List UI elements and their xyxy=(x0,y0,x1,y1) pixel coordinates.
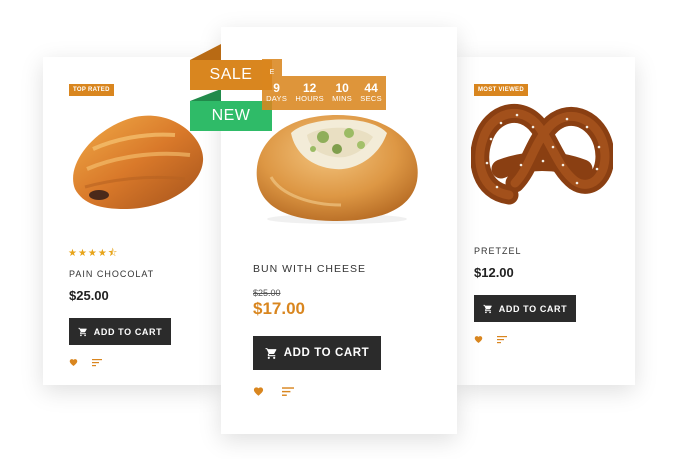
top-rated-badge: TOP RATED xyxy=(69,84,114,96)
cart-icon xyxy=(265,347,277,359)
product-actions xyxy=(69,358,102,367)
product-card-pretzel: MOST VIEWED PRETZEL $12.00 ADD TO CART xyxy=(457,57,635,385)
cart-icon xyxy=(78,327,87,336)
product-price: $25.00 xyxy=(69,288,109,303)
countdown-secs-label: SECS xyxy=(360,94,382,104)
countdown-days: 9 DAYS xyxy=(266,82,288,104)
sale-countdown: 9 DAYS 12 HOURS 10 MINS 44 SECS xyxy=(262,76,386,110)
product-actions xyxy=(253,386,294,397)
rating-stars: ★★★★⯪ xyxy=(68,248,119,259)
product-price: $12.00 xyxy=(474,265,514,280)
countdown-hours-label: HOURS xyxy=(295,94,324,104)
add-to-cart-label: ADD TO CART xyxy=(498,303,568,314)
old-price: $25.00 xyxy=(253,288,281,298)
product-name[interactable]: PRETZEL xyxy=(474,246,522,256)
countdown-mins-label: MINS xyxy=(332,94,353,104)
add-to-cart-label: ADD TO CART xyxy=(283,347,370,359)
heart-icon[interactable] xyxy=(69,358,78,367)
pretzel-image[interactable] xyxy=(471,99,613,211)
bun-with-cheese-image[interactable] xyxy=(251,107,423,225)
sale-ribbon: SALE xyxy=(190,60,272,90)
countdown-partial-label: E xyxy=(262,59,282,76)
countdown-secs: 44 SECS xyxy=(360,82,382,104)
new-ribbon-label: NEW xyxy=(211,107,251,124)
most-viewed-badge: MOST VIEWED xyxy=(474,84,528,96)
countdown-days-label: DAYS xyxy=(266,94,288,104)
heart-icon[interactable] xyxy=(474,335,483,344)
product-name[interactable]: PAIN CHOCOLAT xyxy=(69,269,154,279)
countdown-partial-text: E xyxy=(269,69,275,76)
sale-ribbon-label: SALE xyxy=(209,66,253,83)
heart-icon[interactable] xyxy=(253,386,264,397)
countdown-mins: 10 MINS xyxy=(332,82,353,104)
add-to-cart-label: ADD TO CART xyxy=(93,326,163,337)
compare-icon[interactable] xyxy=(282,386,294,397)
add-to-cart-button[interactable]: ADD TO CART xyxy=(253,336,381,370)
compare-icon[interactable] xyxy=(92,358,102,367)
cart-icon xyxy=(483,304,492,313)
compare-icon[interactable] xyxy=(497,335,507,344)
add-to-cart-button[interactable]: ADD TO CART xyxy=(474,295,576,322)
sale-price: $17.00 xyxy=(253,299,305,318)
product-actions xyxy=(474,335,507,344)
product-name[interactable]: BUN WITH CHEESE xyxy=(253,263,366,275)
countdown-hours: 12 HOURS xyxy=(295,82,324,104)
new-ribbon: NEW xyxy=(190,101,272,131)
add-to-cart-button[interactable]: ADD TO CART xyxy=(69,318,171,345)
pain-chocolat-image[interactable] xyxy=(65,109,205,219)
